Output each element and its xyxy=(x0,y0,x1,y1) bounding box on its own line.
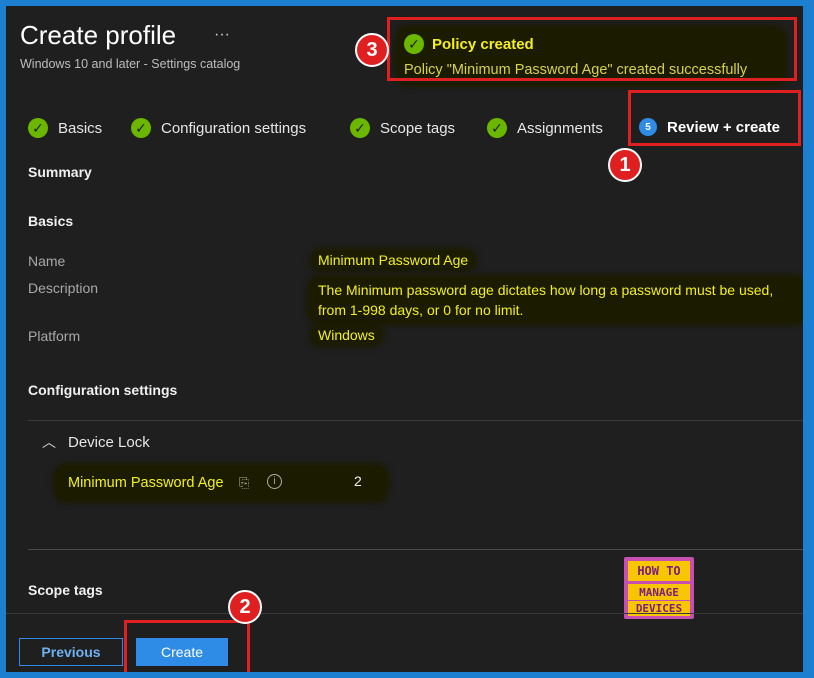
step-label: Basics xyxy=(58,119,103,137)
annotation-badge-3: 3 xyxy=(355,33,389,67)
scope-tags-heading: Scope tags xyxy=(28,582,103,598)
step-complete-icon: ✓ xyxy=(487,118,507,138)
chevron-up-icon: ︿ xyxy=(42,434,56,450)
step-configuration-settings[interactable]: ✓ Configuration settings xyxy=(131,118,306,138)
step-complete-icon: ✓ xyxy=(350,118,370,138)
annotation-badge-1: 1 xyxy=(608,148,642,182)
divider xyxy=(28,420,803,421)
step-label: Scope tags xyxy=(380,119,456,137)
step-label: Configuration settings xyxy=(161,119,307,137)
step-label: Assignments xyxy=(517,119,603,137)
config-settings-heading: Configuration settings xyxy=(28,382,178,398)
step-complete-icon: ✓ xyxy=(131,118,151,138)
setting-row: Minimum Password Age ⎘ i 2 xyxy=(56,466,386,500)
footer-divider xyxy=(6,613,803,614)
step-complete-icon: ✓ xyxy=(28,118,48,138)
how-to-manage-devices-logo: HOW TO MANAGE DEVICES xyxy=(624,557,694,619)
page-title: Create profile xyxy=(20,20,177,50)
setting-name: Minimum Password Age xyxy=(68,475,224,491)
link-icon[interactable]: ⎘ xyxy=(239,475,249,491)
info-icon[interactable]: i xyxy=(267,474,282,489)
description-line: from 1-998 days, or 0 for no limit. xyxy=(318,302,524,318)
logo-line: MANAGE xyxy=(628,584,690,600)
previous-button[interactable]: Previous xyxy=(19,638,123,666)
step-assignments[interactable]: ✓ Assignments xyxy=(487,118,603,138)
platform-value: Windows xyxy=(312,326,381,344)
description-line: The Minimum password age dictates how lo… xyxy=(318,282,774,298)
annotation-box-review xyxy=(628,90,801,146)
app-frame: Create profile ··· Windows 10 and later … xyxy=(6,6,803,672)
description-label: Description xyxy=(28,280,99,296)
name-value: Minimum Password Age xyxy=(312,251,475,269)
summary-heading: Summary xyxy=(28,164,92,180)
description-value: The Minimum password age dictates how lo… xyxy=(310,278,803,322)
step-scope-tags[interactable]: ✓ Scope tags xyxy=(350,118,455,138)
name-label: Name xyxy=(28,253,66,269)
annotation-badge-2: 2 xyxy=(228,590,262,624)
page-subtitle: Windows 10 and later - Settings catalog xyxy=(20,57,241,71)
device-lock-group[interactable]: ︿ Device Lock xyxy=(42,432,150,452)
logo-line: HOW TO xyxy=(628,561,690,581)
step-basics[interactable]: ✓ Basics xyxy=(28,118,102,138)
basics-heading: Basics xyxy=(28,213,74,229)
more-options-icon[interactable]: ··· xyxy=(214,26,230,44)
device-lock-label: Device Lock xyxy=(68,433,150,451)
platform-label: Platform xyxy=(28,328,81,344)
annotation-box-create xyxy=(124,620,250,672)
divider xyxy=(28,549,803,550)
annotation-box-notification xyxy=(387,17,797,81)
setting-value: 2 xyxy=(354,473,362,489)
